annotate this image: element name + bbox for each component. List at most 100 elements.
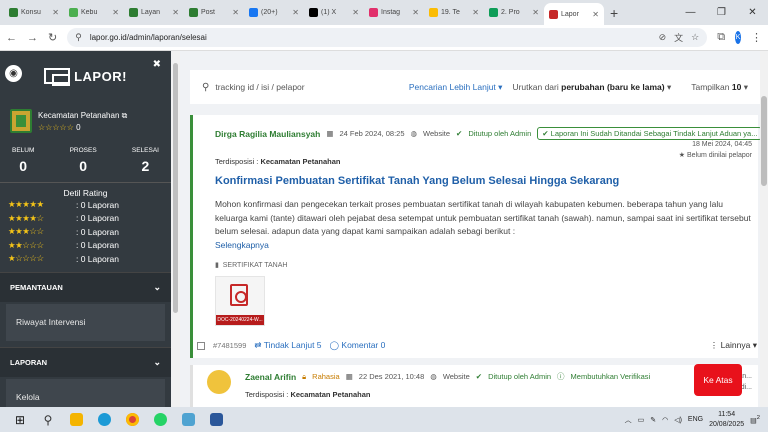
status-count[interactable]: BELUM 0 — [12, 147, 34, 174]
report-title[interactable]: Konfirmasi Pembuatan Sertifikat Tanah Ya… — [215, 175, 619, 187]
chevron-down-icon[interactable]: ⌄ — [153, 357, 161, 368]
minimize-icon[interactable]: — — [675, 0, 706, 25]
browser-tab[interactable]: 2. Pro ✕ — [484, 3, 544, 23]
browser-tab[interactable]: Lapor ✕ — [544, 3, 604, 25]
language-indicator[interactable]: ENG — [688, 416, 703, 423]
word-icon[interactable] — [202, 407, 230, 432]
more-options-button[interactable]: ⋮ Lainnya ▾ — [710, 340, 757, 351]
reload-icon[interactable]: ↻ — [48, 31, 57, 44]
select-checkbox[interactable] — [197, 341, 205, 350]
status-count-value: 2 — [141, 158, 150, 174]
search-input[interactable]: tracking id / isi / pelapor — [215, 82, 304, 92]
read-more-link[interactable]: Selengkapnya — [215, 240, 269, 250]
favicon-icon — [369, 8, 378, 17]
menu-kebab-icon[interactable]: ⋮ — [751, 31, 762, 44]
notification-icon[interactable]: ▤2 — [750, 415, 760, 424]
page-size-select[interactable]: Tampilkan 10 ▾ — [691, 82, 748, 93]
chrome-icon[interactable] — [118, 407, 146, 432]
pdf-attachment[interactable]: DOC-20240224-W... — [215, 276, 265, 326]
whatsapp-icon[interactable] — [146, 407, 174, 432]
browser-tab[interactable]: 19. Te ✕ — [424, 3, 484, 23]
sidebar-item-riwayat-intervensi[interactable]: Riwayat Intervensi — [6, 303, 165, 341]
rating-count: : 0 Laporan — [76, 240, 120, 251]
tab-label: Lapor — [561, 10, 579, 18]
search-bar: ⚲ tracking id / isi / pelapor Pencarian … — [190, 70, 760, 104]
browser-tab[interactable]: (1) X ✕ — [304, 3, 364, 23]
agency-emblem-icon — [10, 109, 32, 133]
agency-name[interactable]: Kecamatan Petanahan ⧉ — [38, 111, 127, 121]
profile-avatar[interactable]: K — [735, 31, 741, 44]
close-tab-icon[interactable]: ✕ — [52, 8, 59, 17]
eye-off-icon[interactable]: ⊘ — [659, 32, 667, 43]
chevron-up-icon[interactable]: ︿ — [625, 415, 632, 425]
translate-icon[interactable]: 文 — [674, 31, 683, 44]
followup-button[interactable]: ⇄ Tindak Lanjut 5 — [254, 340, 321, 351]
new-tab-button[interactable]: + — [610, 5, 618, 21]
volume-icon[interactable]: ◁) — [674, 416, 682, 424]
start-button[interactable]: ⊞ — [6, 407, 34, 432]
logo-mark-icon — [44, 68, 71, 86]
status-count[interactable]: SELESAI 2 — [132, 147, 159, 174]
wifi-icon[interactable]: ◠ — [662, 416, 668, 424]
disposition-label: Terdisposisi : — [215, 157, 259, 166]
globe-icon[interactable]: ◉ — [5, 65, 22, 82]
screen-icon[interactable]: ▭ — [638, 416, 645, 424]
favicon-icon — [249, 8, 258, 17]
close-tab-icon[interactable]: ✕ — [172, 8, 179, 17]
lapor-logo[interactable]: LAPOR! — [44, 68, 127, 86]
close-tab-icon[interactable]: ✕ — [352, 8, 359, 17]
app-icon[interactable] — [174, 407, 202, 432]
clock[interactable]: 11:54 20/08/2025 — [709, 410, 744, 430]
extensions-icon[interactable]: ⧉ — [717, 31, 725, 44]
category-tag[interactable]: ▮ SERTIFIKAT TANAH — [215, 261, 287, 269]
advanced-search-link[interactable]: Pencarian Lebih Lanjut ▾ — [409, 82, 503, 93]
close-tab-icon[interactable]: ✕ — [292, 8, 299, 17]
check-icon: ✔ — [475, 372, 483, 381]
edge-icon[interactable] — [90, 407, 118, 432]
back-to-top-button[interactable]: Ke Atas — [694, 364, 742, 396]
favicon-icon — [549, 9, 558, 19]
sidebar-scrollbar[interactable] — [171, 51, 180, 407]
forward-icon[interactable]: → — [27, 32, 38, 44]
tab-label: Layan — [141, 9, 161, 16]
url-field[interactable]: ⚲ lapor.go.id/admin/laporan/selesai ⊘ 文 … — [67, 28, 708, 47]
report-channel: Website — [442, 372, 470, 381]
site-info-icon[interactable]: ⚲ — [75, 32, 82, 43]
status-count[interactable]: PROSES 0 — [70, 147, 97, 174]
maximize-icon[interactable]: ❐ — [706, 0, 737, 25]
pen-icon[interactable]: ✎ — [650, 416, 656, 424]
section-pemantauan[interactable]: PEMANTAUAN ⌄ — [0, 271, 171, 302]
file-explorer-icon[interactable] — [62, 407, 90, 432]
browser-tab[interactable]: Konsu ✕ — [4, 3, 64, 23]
chevron-down-icon[interactable]: ⌄ — [153, 282, 161, 293]
bookmark-star-icon[interactable]: ☆ — [691, 32, 699, 43]
browser-tab[interactable]: Layan ✕ — [124, 3, 184, 23]
tab-label: Kebu — [81, 9, 98, 16]
sidebar-item-kelola[interactable]: Kelola — [6, 378, 165, 407]
reporter-name[interactable]: Zaenal Arifin — [245, 372, 296, 382]
close-tab-icon[interactable]: ✕ — [412, 8, 419, 17]
browser-tab[interactable]: Instag ✕ — [364, 3, 424, 23]
external-link-icon[interactable]: ⧉ — [122, 111, 128, 120]
main-scrollbar[interactable] — [760, 51, 768, 407]
reporter-name[interactable]: Dirga Ragilia Mauliansyah — [215, 129, 320, 139]
search-icon[interactable]: ⚲ — [34, 407, 62, 432]
report-date: 22 Des 2021, 10:48 — [358, 372, 425, 381]
browser-tab[interactable]: Kebu ✕ — [64, 3, 124, 23]
browser-tab[interactable]: Post ✕ — [184, 3, 244, 23]
comment-button[interactable]: ◯ Komentar 0 — [330, 340, 386, 351]
close-tab-icon[interactable]: ✕ — [112, 8, 119, 17]
close-tab-icon[interactable]: ✕ — [232, 8, 239, 17]
close-sidebar-icon[interactable]: ✖ — [153, 59, 161, 70]
close-tab-icon[interactable]: ✕ — [532, 8, 539, 17]
close-tab-icon[interactable]: ✕ — [472, 8, 479, 17]
back-icon[interactable]: ← — [6, 32, 17, 44]
sort-select[interactable]: Urutkan dari perubahan (baru ke lama) ▾ — [512, 82, 671, 93]
url-text[interactable]: lapor.go.id/admin/laporan/selesai — [90, 33, 207, 42]
section-laporan[interactable]: LAPORAN ⌄ — [0, 346, 171, 377]
agency-profile: Kecamatan Petanahan ⧉ ☆☆☆☆☆ 0 — [0, 101, 171, 141]
agency-name-text[interactable]: Kecamatan Petanahan — [38, 111, 119, 120]
close-window-icon[interactable]: ✕ — [737, 0, 768, 25]
close-tab-icon[interactable]: ✕ — [592, 10, 599, 19]
browser-tab[interactable]: (20+) ✕ — [244, 3, 304, 23]
